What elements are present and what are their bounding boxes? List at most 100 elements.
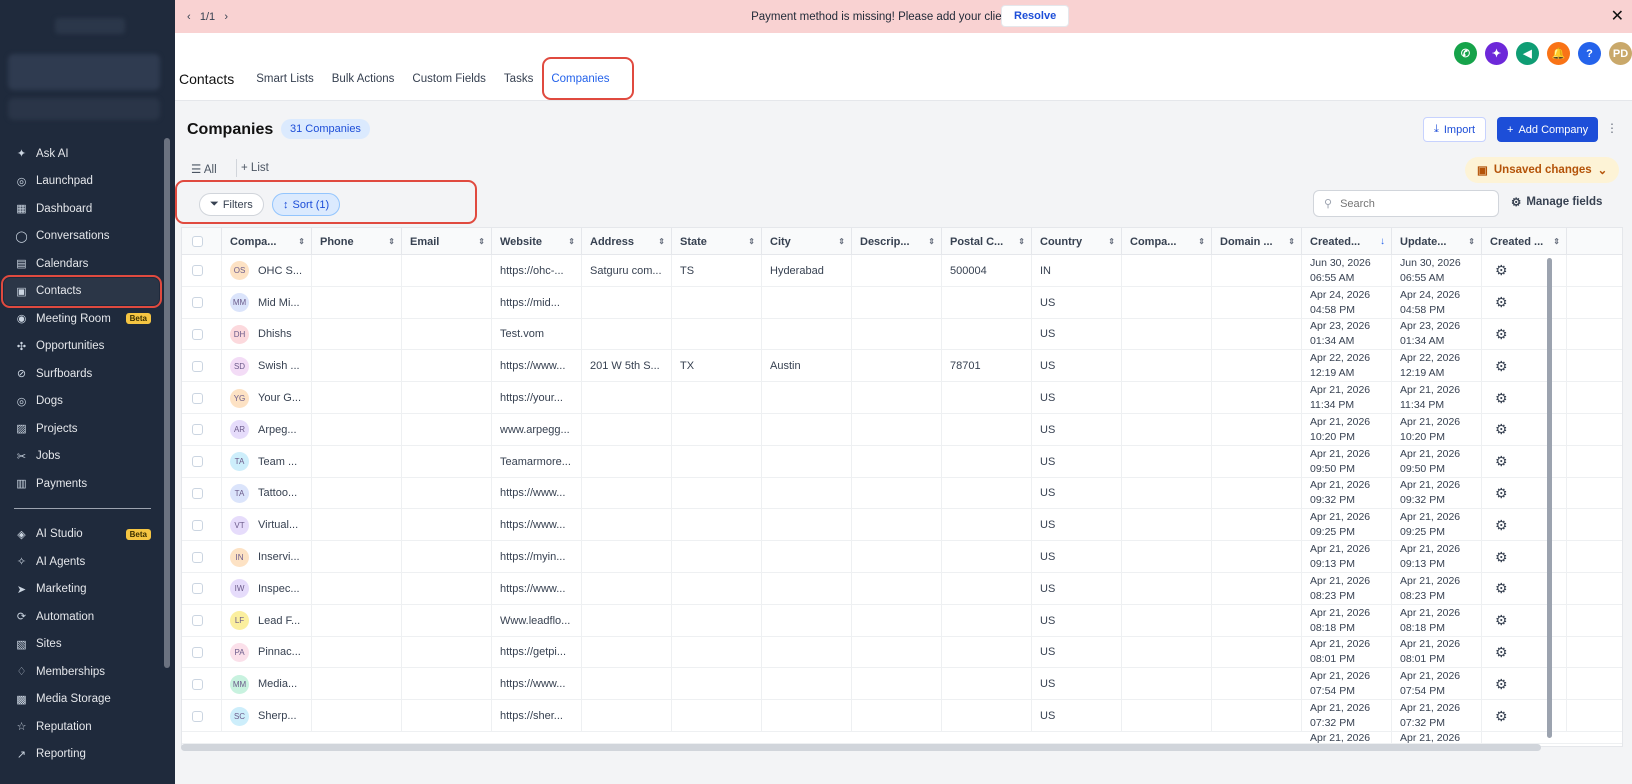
column-header[interactable]: Postal C... ⇕: [942, 228, 1032, 255]
column-header[interactable]: Website ⇕: [492, 228, 582, 255]
gear-icon[interactable]: ⚙: [1495, 644, 1508, 661]
sidebar-item-launchpad[interactable]: ◎ Launchpad: [0, 168, 165, 196]
sort-toggle-icon[interactable]: ⇕: [748, 237, 755, 246]
row-checkbox[interactable]: [192, 360, 203, 372]
row-checkbox[interactable]: [192, 456, 203, 468]
company-name-cell[interactable]: AR Arpeg...: [222, 413, 312, 446]
tab-smart-lists[interactable]: Smart Lists: [256, 73, 314, 85]
company-name-cell[interactable]: LF Lead F...: [222, 604, 312, 637]
sort-toggle-icon[interactable]: ⇕: [658, 237, 665, 246]
column-header[interactable]: State ⇕: [672, 228, 762, 255]
sort-toggle-icon[interactable]: ⇕: [1198, 237, 1205, 246]
company-name-cell[interactable]: MM Media...: [222, 668, 312, 701]
gear-icon[interactable]: ⚙: [1495, 358, 1508, 375]
row-checkbox[interactable]: [192, 487, 203, 499]
sort-toggle-icon[interactable]: ⇕: [298, 237, 305, 246]
column-header[interactable]: Created... ↓: [1302, 228, 1392, 255]
column-header[interactable]: Phone ⇕: [312, 228, 402, 255]
brand-logo[interactable]: [55, 18, 125, 34]
table-row[interactable]: VT Virtual... https://www... US Apr 21, 2026…: [182, 509, 1622, 542]
sidebar-item-calendars[interactable]: ▤ Calendars: [0, 250, 165, 278]
gear-icon[interactable]: ⚙: [1495, 708, 1508, 725]
sidebar-item-ai-agents[interactable]: ✧ AI Agents: [0, 548, 165, 576]
row-checkbox[interactable]: [192, 583, 203, 595]
gear-icon[interactable]: ⚙: [1495, 580, 1508, 597]
search-box[interactable]: ⚲: [1313, 190, 1499, 217]
sort-toggle-icon[interactable]: ⇕: [1108, 237, 1115, 246]
notification-bell-icon[interactable]: 🔔: [1547, 42, 1570, 65]
table-row[interactable]: Apr 21, 2026 Apr 21, 2026: [182, 731, 1622, 744]
view-all[interactable]: ☰ All: [191, 162, 217, 176]
gear-icon[interactable]: ⚙: [1495, 390, 1508, 407]
column-header[interactable]: Email ⇕: [402, 228, 492, 255]
sidebar-item-payments[interactable]: ▥ Payments: [0, 470, 165, 498]
sidebar-item-jobs[interactable]: ✂ Jobs: [0, 443, 165, 471]
table-row[interactable]: LF Lead F... Www.leadflo... US Apr 21, 2026 0…: [182, 604, 1622, 637]
row-checkbox[interactable]: [192, 392, 203, 404]
company-name-cell[interactable]: SD Swish ...: [222, 350, 312, 383]
company-name-cell[interactable]: TA Team ...: [222, 445, 312, 478]
header-title[interactable]: Contacts: [179, 71, 234, 87]
table-row[interactable]: DH Dhishs Test.vom US Apr 23, 2026 01:34 AM Ap…: [182, 318, 1622, 351]
add-list-button[interactable]: + List: [241, 162, 269, 174]
row-checkbox[interactable]: [192, 328, 203, 340]
company-name-cell[interactable]: DH Dhishs: [222, 318, 312, 351]
gear-icon[interactable]: ⚙: [1495, 676, 1508, 693]
table-horizontal-scrollbar[interactable]: [181, 744, 1541, 751]
sidebar-item-dashboard[interactable]: ▦ Dashboard: [0, 195, 165, 223]
sort-toggle-icon[interactable]: ⇕: [478, 237, 485, 246]
banner-pager[interactable]: ‹ 1/1 ›: [187, 11, 228, 23]
sort-toggle-icon[interactable]: ⇕: [1288, 237, 1295, 246]
sidebar-item-memberships[interactable]: ♢ Memberships: [0, 658, 165, 686]
row-checkbox[interactable]: [192, 678, 203, 690]
company-name-cell[interactable]: PA Pinnac...: [222, 636, 312, 669]
sidebar-item-reputation[interactable]: ☆ Reputation: [0, 713, 165, 741]
gear-icon[interactable]: ⚙: [1495, 612, 1508, 629]
add-company-button[interactable]: + Add Company: [1497, 117, 1599, 142]
table-vertical-scrollbar[interactable]: [1547, 258, 1552, 738]
gear-icon[interactable]: ⚙: [1495, 421, 1508, 438]
company-name-cell[interactable]: YG Your G...: [222, 382, 312, 414]
gear-icon[interactable]: ⚙: [1495, 326, 1508, 343]
help-icon[interactable]: ?: [1578, 42, 1601, 65]
column-header[interactable]: Compa... ⇕: [222, 228, 312, 255]
import-button[interactable]: ⤓ Import: [1423, 117, 1487, 142]
column-header[interactable]: Country ⇕: [1032, 228, 1122, 255]
sidebar-item-conversations[interactable]: ◯ Conversations: [0, 223, 165, 251]
account-switcher[interactable]: [8, 54, 160, 90]
company-name-cell[interactable]: MM Mid Mi...: [222, 286, 312, 319]
sidebar-item-surfboards[interactable]: ⊘ Surfboards: [0, 360, 165, 388]
sidebar-item-projects[interactable]: ▨ Projects: [0, 415, 165, 443]
company-name-cell[interactable]: TA Tattoo...: [222, 477, 312, 510]
sort-toggle-icon[interactable]: ⇕: [1468, 237, 1475, 246]
close-icon[interactable]: ✕: [1611, 6, 1624, 26]
table-row[interactable]: SC Sherp... https://sher... US Apr 21, 2026 0…: [182, 700, 1622, 732]
column-header[interactable]: City ⇕: [762, 228, 852, 255]
row-checkbox[interactable]: [192, 710, 203, 722]
table-row[interactable]: OS OHC S... https://ohc-... Satguru com... T…: [182, 255, 1622, 287]
sort-toggle-icon[interactable]: ⇕: [1553, 237, 1560, 246]
row-checkbox[interactable]: [192, 646, 203, 658]
gear-icon[interactable]: ⚙: [1495, 549, 1508, 566]
column-header[interactable]: Created ... ⇕: [1482, 228, 1567, 255]
row-checkbox[interactable]: [192, 297, 203, 309]
table-row[interactable]: IW Inspec... https://www... US Apr 21, 2026 0…: [182, 572, 1622, 605]
sidebar-item-sites[interactable]: ▧ Sites: [0, 631, 165, 659]
company-name-cell[interactable]: IN Inservi...: [222, 541, 312, 573]
next-icon[interactable]: ›: [224, 11, 228, 23]
avatar[interactable]: PD: [1609, 42, 1632, 65]
sidebar-item-ai-studio[interactable]: ◈ AI Studio Beta: [0, 521, 165, 549]
gear-icon[interactable]: ⚙: [1495, 453, 1508, 470]
gear-icon[interactable]: ⚙: [1495, 485, 1508, 502]
table-row[interactable]: TA Team ... Teamarmore... US Apr 21, 2026 09:…: [182, 445, 1622, 478]
company-name-cell[interactable]: SC Sherp...: [222, 700, 312, 732]
table-row[interactable]: SD Swish ... https://www... 201 W 5th S... T…: [182, 350, 1622, 383]
sort-toggle-icon[interactable]: ⇕: [568, 237, 575, 246]
column-header[interactable]: Update... ⇕: [1392, 228, 1482, 255]
tab-bulk-actions[interactable]: Bulk Actions: [332, 73, 395, 85]
table-row[interactable]: IN Inservi... https://myin... US Apr 21, 202…: [182, 541, 1622, 573]
sidebar-scrollbar[interactable]: [164, 138, 170, 668]
announcement-icon[interactable]: ◀: [1516, 42, 1539, 65]
sidebar-item-dogs[interactable]: ◎ Dogs: [0, 388, 165, 416]
column-header[interactable]: Address ⇕: [582, 228, 672, 255]
